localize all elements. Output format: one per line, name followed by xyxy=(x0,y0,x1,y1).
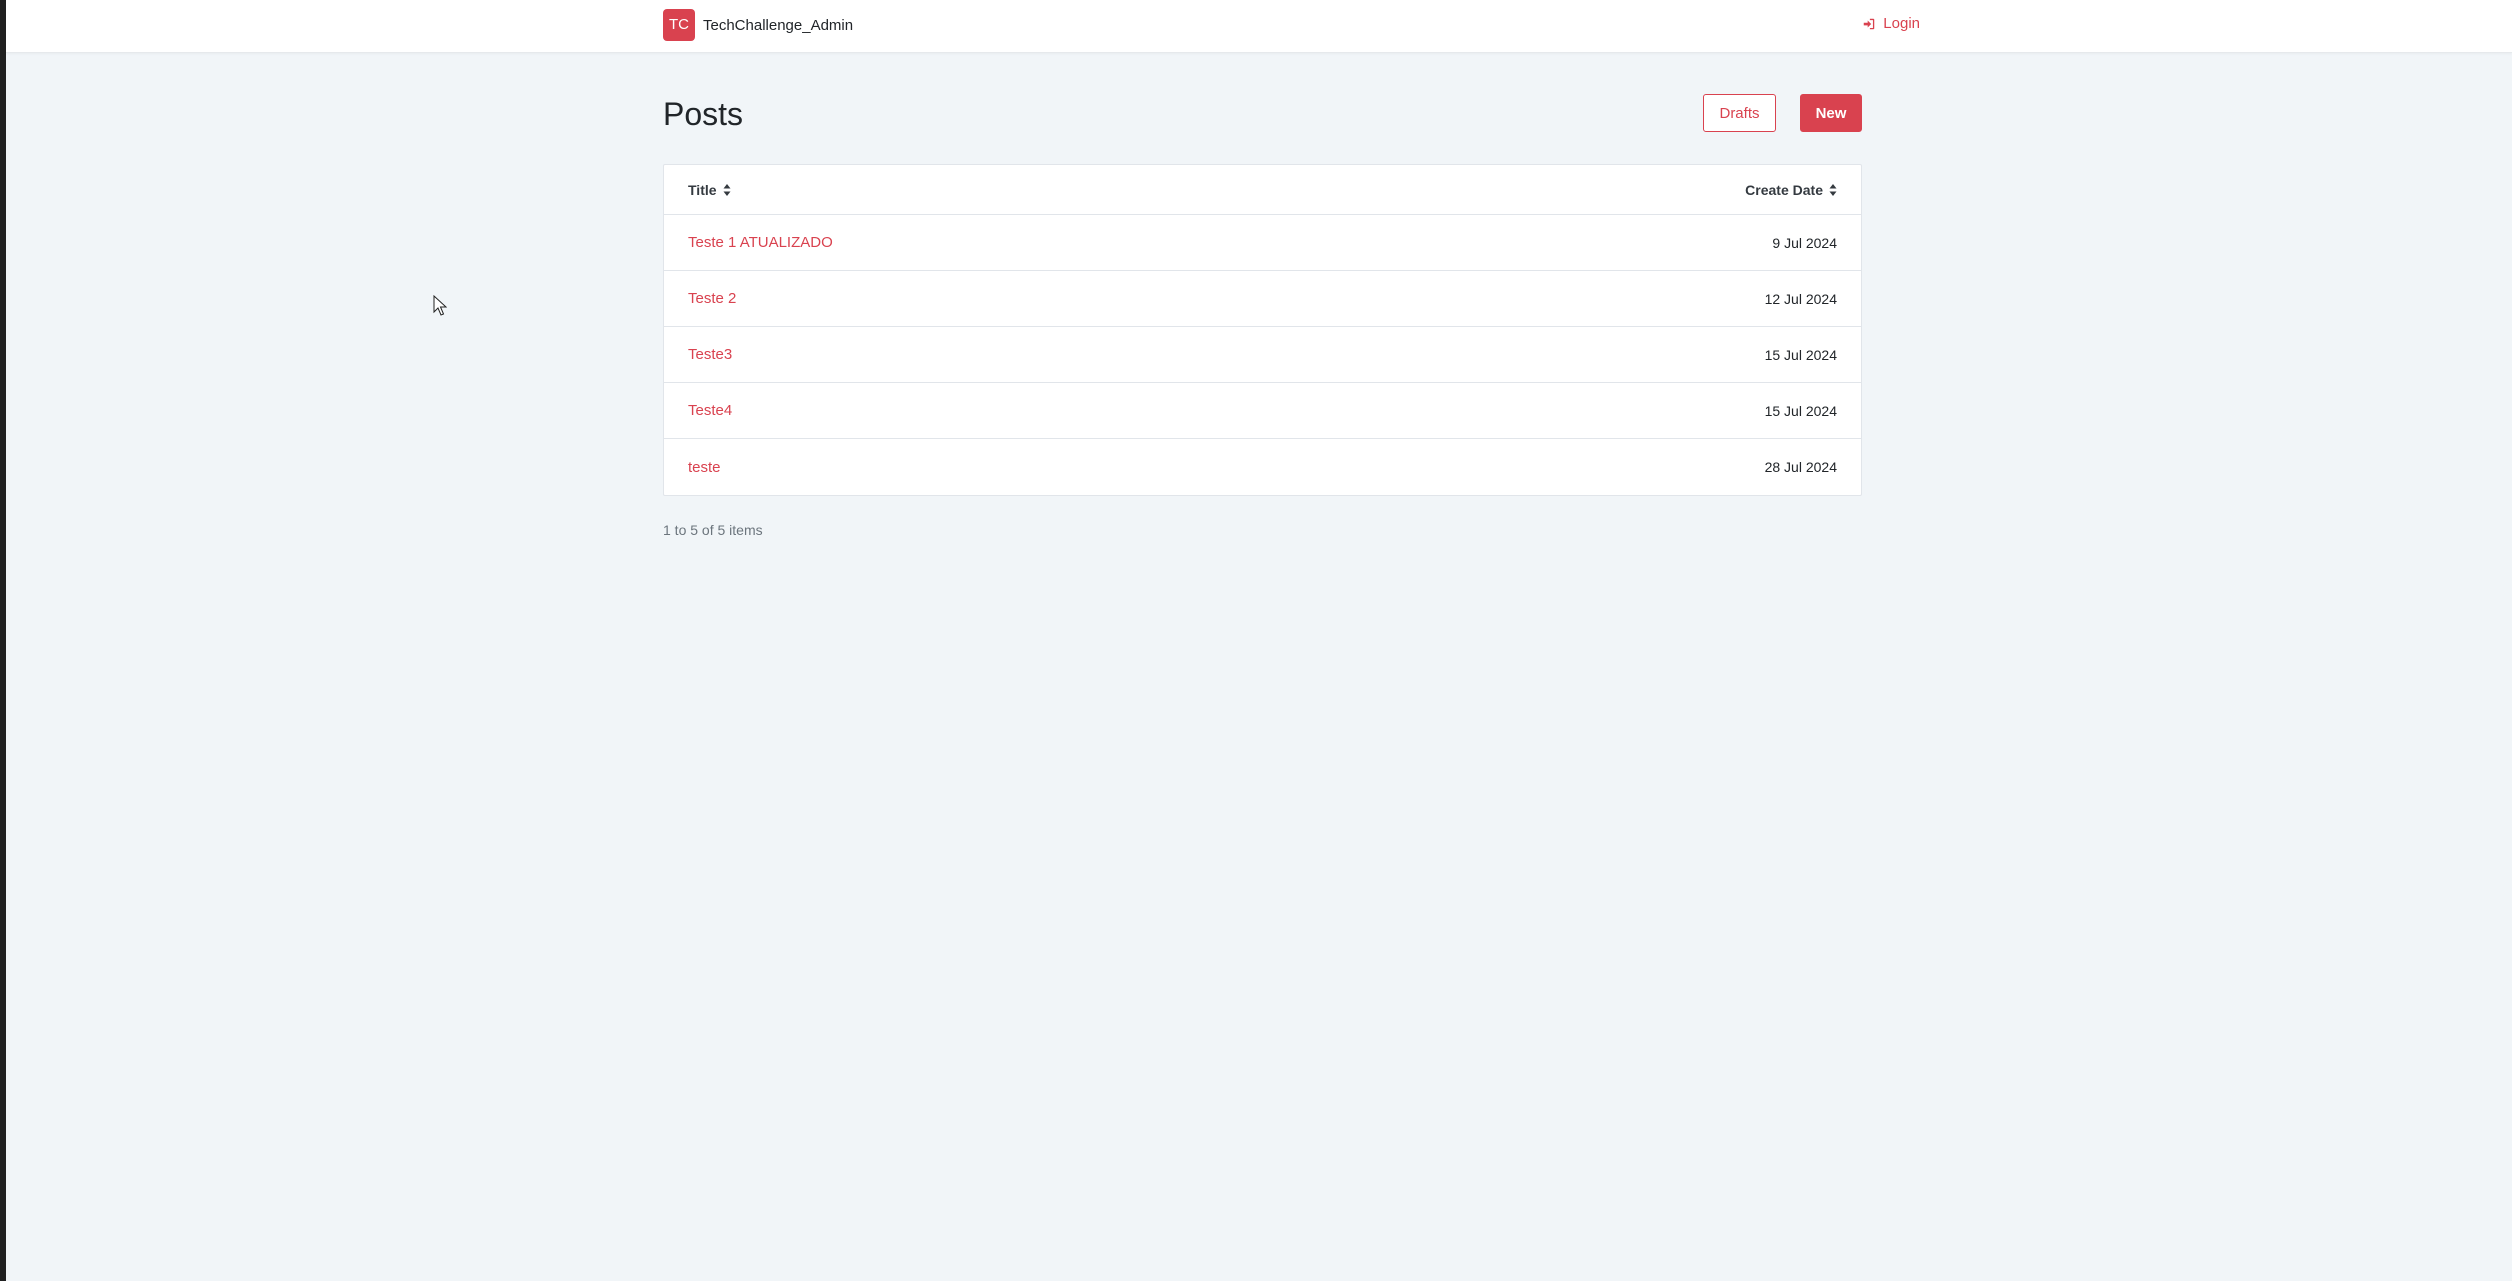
login-link[interactable]: Login xyxy=(1862,15,1920,32)
post-title-link[interactable]: Teste3 xyxy=(688,346,732,363)
brand-name: TechChallenge_Admin xyxy=(703,16,854,34)
window-left-edge xyxy=(0,0,6,1281)
column-header-create-date[interactable]: Create Date xyxy=(1745,182,1837,198)
sort-icon xyxy=(1829,183,1837,196)
post-title-link[interactable]: teste xyxy=(688,459,721,476)
column-header-label: Create Date xyxy=(1745,181,1823,198)
sign-in-icon xyxy=(1864,18,1875,29)
post-create-date: 12 Jul 2024 xyxy=(1764,290,1837,307)
brand-link[interactable]: TC TechChallenge_Admin xyxy=(663,9,853,41)
sort-icon xyxy=(723,183,731,196)
table-row: Teste 1 ATUALIZADO 9 Jul 2024 xyxy=(664,215,1861,271)
table-header: Title Create Date xyxy=(664,165,1861,215)
pagination-info: 1 to 5 of 5 items xyxy=(663,522,763,538)
post-create-date: 15 Jul 2024 xyxy=(1764,402,1837,419)
column-header-title[interactable]: Title xyxy=(688,182,731,198)
new-post-button[interactable]: New xyxy=(1800,94,1862,132)
table-row: Teste4 15 Jul 2024 xyxy=(664,383,1861,439)
brand-logo: TC xyxy=(663,9,695,41)
posts-table: Title Create Date Teste 1 ATUALIZADO 9 J… xyxy=(663,164,1862,496)
column-header-label: Title xyxy=(688,181,717,198)
post-title-link[interactable]: Teste 2 xyxy=(688,290,736,307)
post-create-date: 28 Jul 2024 xyxy=(1764,459,1837,475)
mouse-cursor-icon xyxy=(433,295,447,316)
post-create-date: 9 Jul 2024 xyxy=(1772,234,1837,251)
top-navbar: TC TechChallenge_Admin Login xyxy=(6,0,2512,53)
table-row: Teste 2 12 Jul 2024 xyxy=(664,271,1861,327)
post-title-link[interactable]: Teste4 xyxy=(688,402,732,419)
drafts-button[interactable]: Drafts xyxy=(1703,94,1776,132)
login-label: Login xyxy=(1883,15,1920,32)
page-title: Posts xyxy=(663,96,744,132)
table-row: Teste3 15 Jul 2024 xyxy=(664,327,1861,383)
post-title-link[interactable]: Teste 1 ATUALIZADO xyxy=(688,234,833,251)
table-row: teste 28 Jul 2024 xyxy=(664,439,1861,495)
post-create-date: 15 Jul 2024 xyxy=(1764,346,1837,363)
